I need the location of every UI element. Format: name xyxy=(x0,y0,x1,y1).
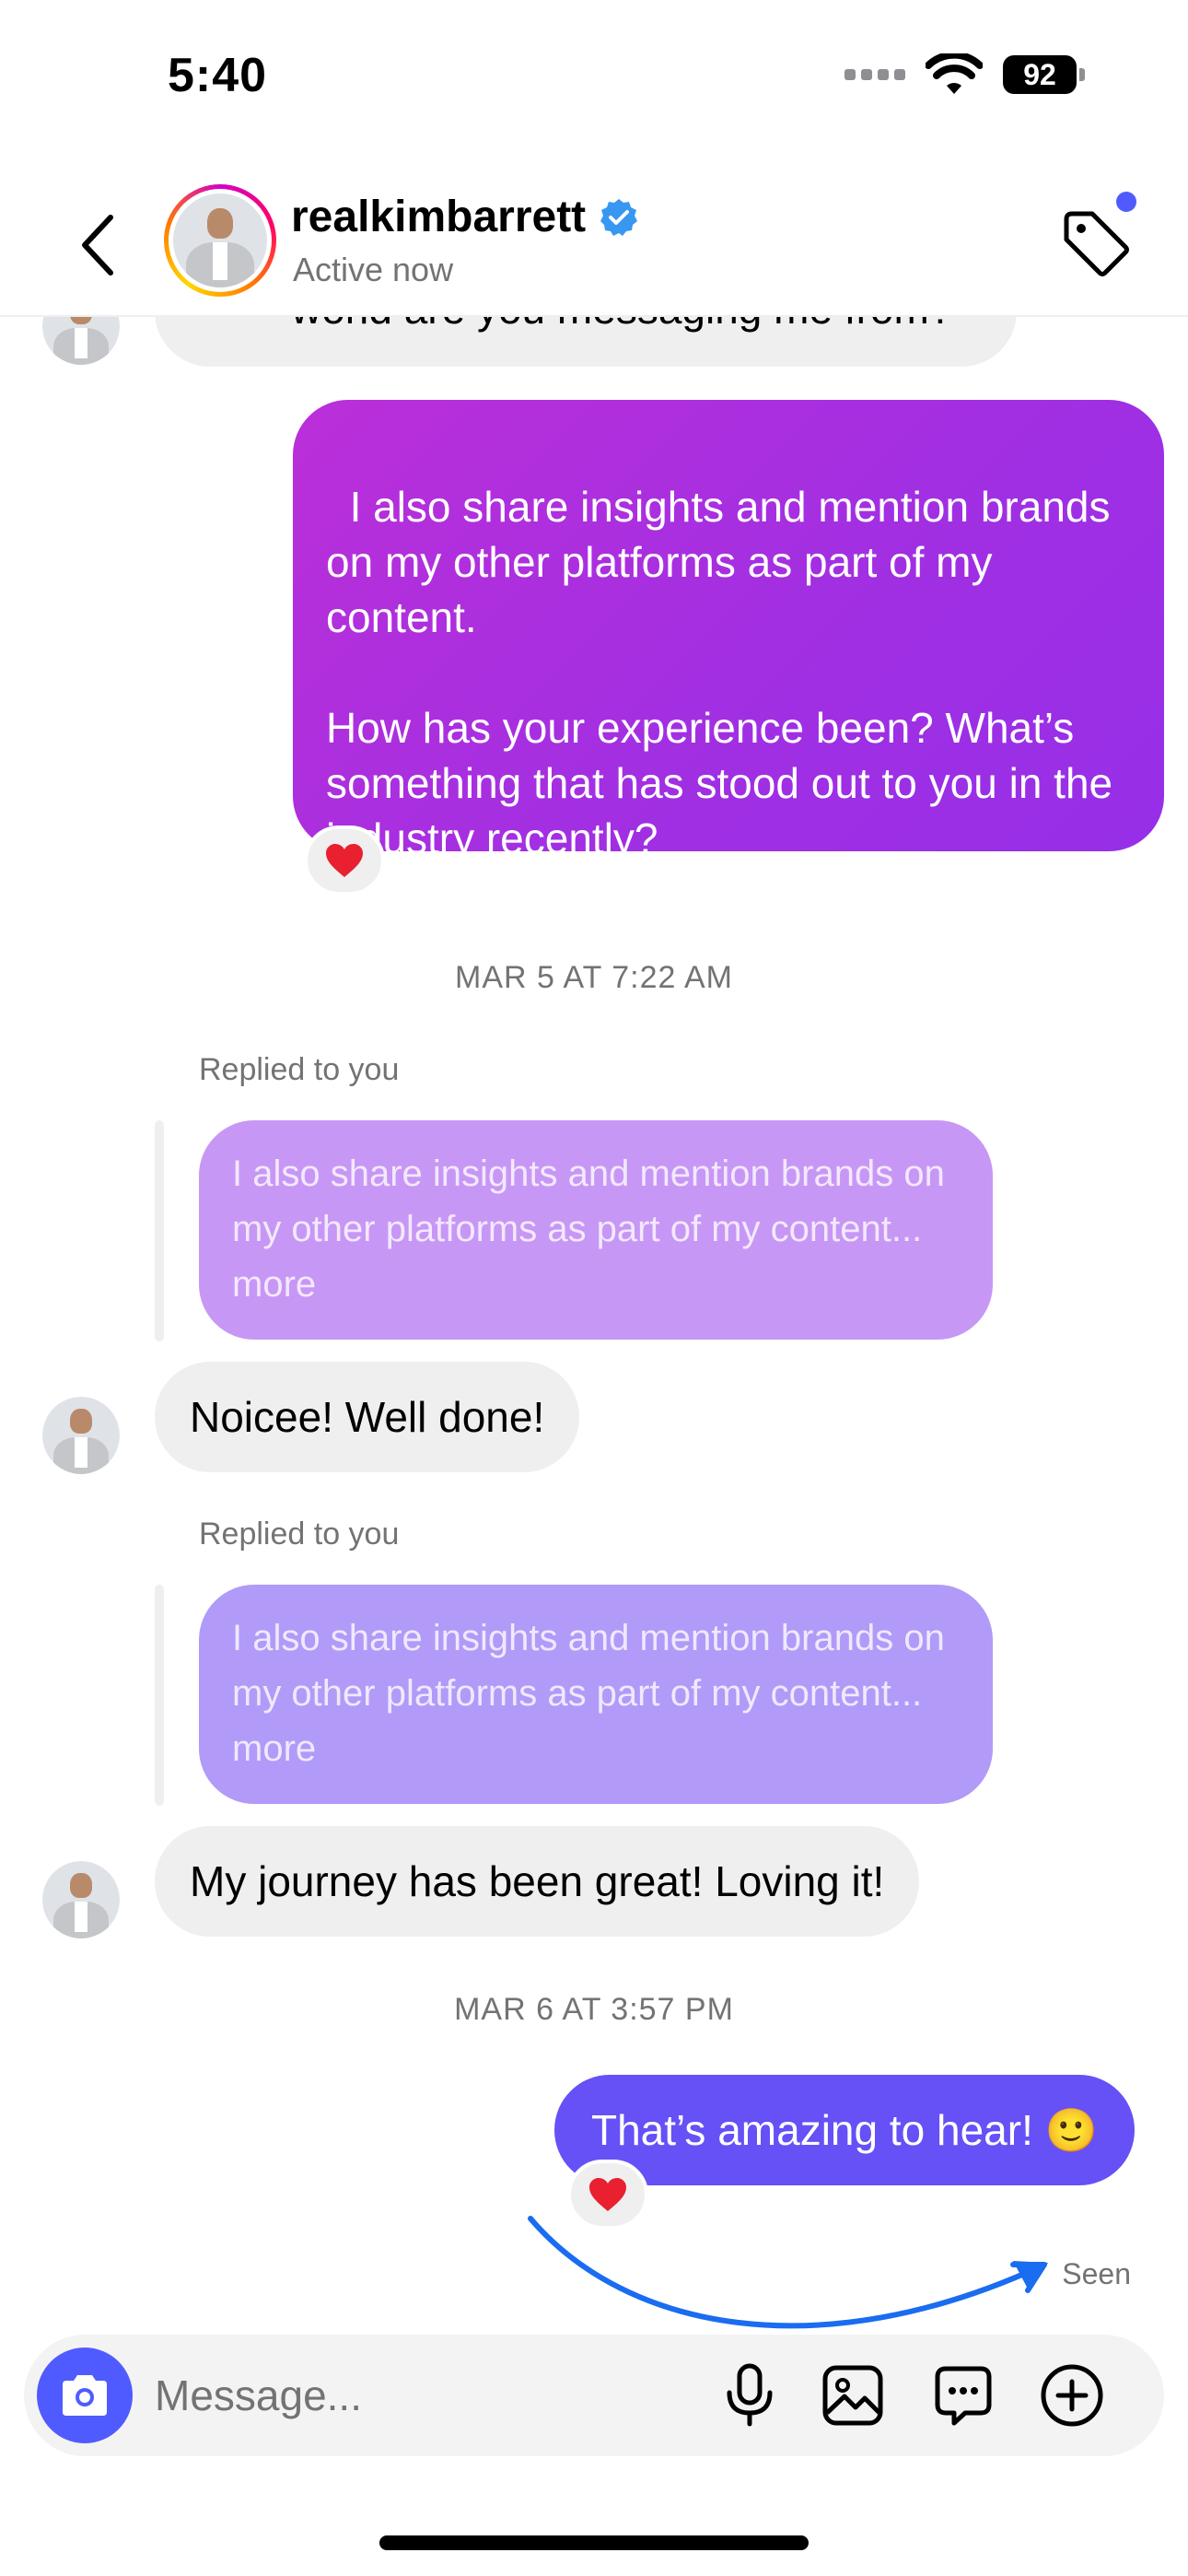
status-indicators: 92 xyxy=(844,53,1085,96)
sender-avatar[interactable] xyxy=(42,1397,120,1474)
camera-button[interactable] xyxy=(37,2348,133,2443)
wifi-icon xyxy=(926,53,983,94)
username[interactable]: realkimbarrett xyxy=(291,192,586,242)
message-bubble-outgoing[interactable]: That’s amazing to hear! 🙂 xyxy=(554,2075,1135,2185)
chat-header: realkimbarrett Active now xyxy=(0,175,1188,317)
replied-label: Replied to you xyxy=(199,1516,400,1551)
reaction-badge[interactable] xyxy=(304,825,385,896)
tag-icon[interactable] xyxy=(1059,206,1133,280)
timestamp: MAR 5 AT 7:22 AM xyxy=(455,960,733,995)
heart-icon xyxy=(589,2178,626,2211)
timestamp: MAR 6 AT 3:57 PM xyxy=(454,1992,734,2027)
sender-avatar[interactable] xyxy=(42,1861,120,1938)
message-bubble-incoming[interactable]: Noicee! Well done! xyxy=(155,1362,580,1472)
message-composer xyxy=(24,2335,1164,2456)
gallery-button[interactable] xyxy=(820,2362,886,2429)
sticker-button[interactable] xyxy=(930,2362,996,2429)
back-icon[interactable] xyxy=(72,208,127,282)
plus-button[interactable] xyxy=(1039,2362,1105,2429)
seen-receipt: Seen xyxy=(1062,2257,1131,2290)
presence-status: Active now xyxy=(293,251,454,288)
status-time: 5:40 xyxy=(168,49,268,102)
replied-label: Replied to you xyxy=(199,1052,400,1087)
verified-badge-icon xyxy=(600,198,638,236)
message-bubble-outgoing[interactable]: I also share insights and mention brands… xyxy=(293,400,1164,862)
camera-icon xyxy=(63,2375,107,2416)
message-input[interactable] xyxy=(155,2362,670,2429)
message-bubble-incoming[interactable]: My journey has been great! Loving it! xyxy=(155,1826,920,1937)
gallery-icon xyxy=(822,2365,883,2426)
message-text: I also share insights and mention brands… xyxy=(326,483,1113,862)
username-row[interactable]: realkimbarrett xyxy=(291,192,639,242)
message-text: Noicee! Well done! xyxy=(190,1393,545,1441)
reply-quote-text: I also share insights and mention brands… xyxy=(232,1153,945,1305)
reply-quote-text: I also share insights and mention brands… xyxy=(232,1618,945,1769)
reply-indicator-bar xyxy=(155,1120,164,1341)
heart-icon xyxy=(326,844,363,877)
profile-avatar[interactable] xyxy=(164,184,276,297)
message-text: That’s amazing to hear! 🙂 xyxy=(591,2106,1098,2154)
plus-icon xyxy=(1041,2364,1103,2427)
reply-indicator-bar xyxy=(155,1585,164,1806)
reply-quote-bubble[interactable]: I also share insights and mention brands… xyxy=(199,1585,993,1804)
battery-level: 92 xyxy=(1003,55,1077,94)
microphone-icon xyxy=(727,2363,773,2427)
message-text: My journey has been great! Loving it! xyxy=(190,1857,885,1905)
battery-icon: 92 xyxy=(1003,55,1085,94)
sticker-icon xyxy=(935,2366,992,2426)
microphone-button[interactable] xyxy=(716,2362,783,2429)
cellular-signal-icon xyxy=(844,69,905,80)
notification-dot xyxy=(1116,192,1136,212)
home-indicator[interactable] xyxy=(379,2535,809,2550)
reply-quote-bubble[interactable]: I also share insights and mention brands… xyxy=(199,1120,993,1340)
